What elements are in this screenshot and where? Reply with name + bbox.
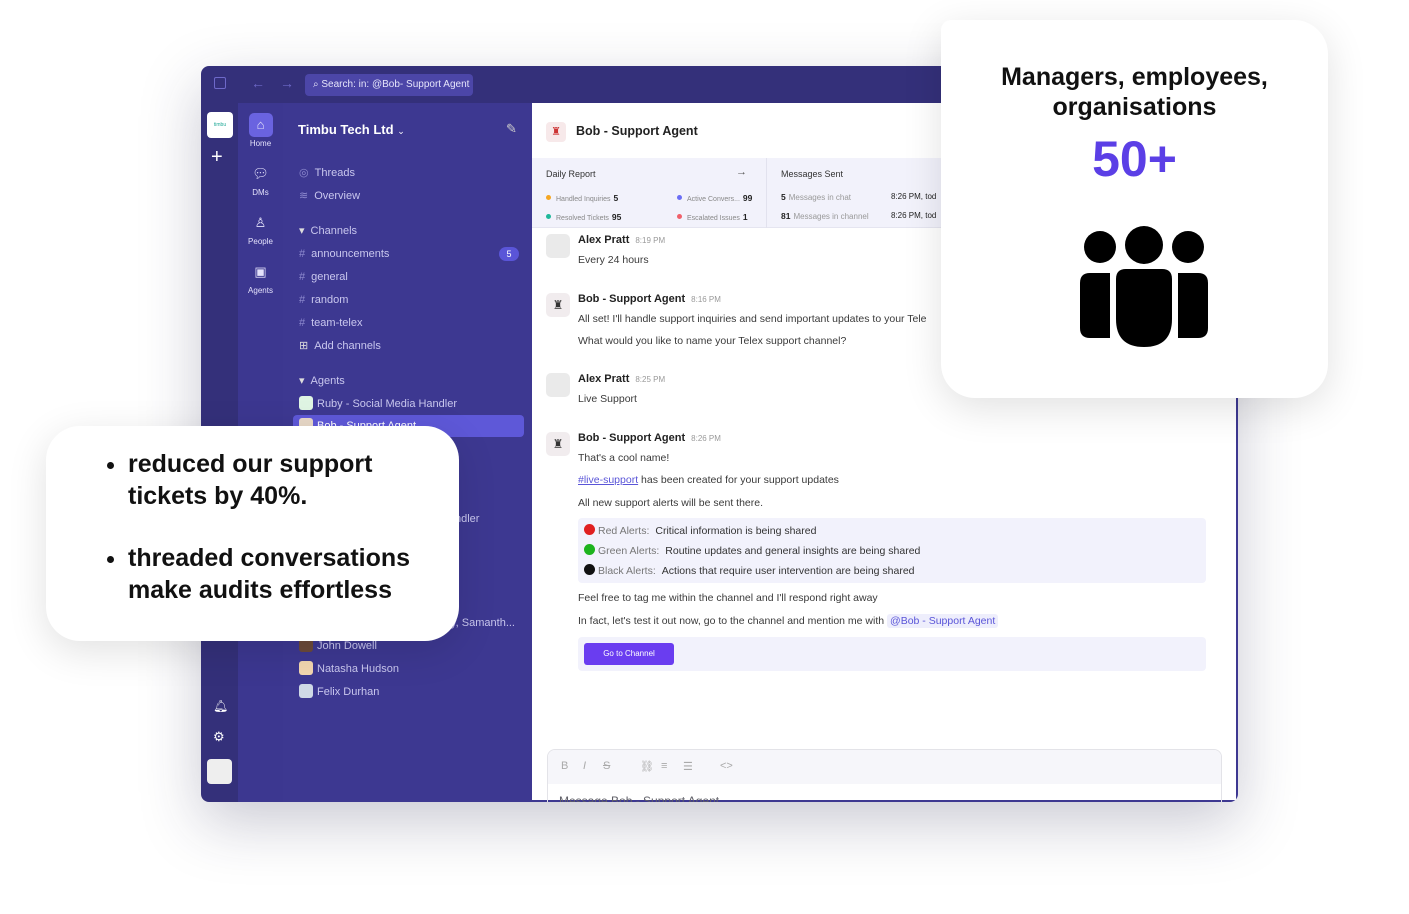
- workspace-logo[interactable]: timbu: [207, 112, 233, 138]
- sidebar-toggle-icon[interactable]: [214, 77, 226, 89]
- messages-sent-row: 81 Messages in channel: [781, 211, 869, 221]
- black-circle-icon: [584, 564, 595, 575]
- bullet-list: reduced our support tickets by 40%. thre…: [128, 448, 438, 606]
- robot-icon: ▣: [254, 264, 267, 279]
- user-avatar[interactable]: [207, 759, 232, 784]
- sidebar-item-overview[interactable]: ≋ Overview: [299, 187, 360, 205]
- red-circle-icon: [584, 524, 595, 535]
- person-icon: ♙: [254, 215, 267, 230]
- ordered-list-icon[interactable]: ≡: [661, 760, 667, 772]
- agent-avatar: [299, 396, 313, 410]
- compose-icon[interactable]: ✎: [506, 121, 517, 137]
- back-arrow-icon[interactable]: ←: [251, 75, 265, 91]
- chat-title: Bob - Support Agent: [576, 124, 698, 138]
- testimonial-card: reduced our support tickets by 40%. thre…: [46, 426, 459, 641]
- go-to-channel-button[interactable]: Go to Channel: [584, 643, 674, 665]
- caret-down-icon: ▾: [299, 225, 305, 237]
- nav-agents[interactable]: ▣ Agents: [238, 260, 283, 295]
- bell-icon[interactable]: 🔔︎: [213, 699, 228, 713]
- bullet-item: threaded conversations make audits effor…: [128, 542, 438, 606]
- search-input[interactable]: ⌕ Search: in: @Bob- Support Agent: [305, 74, 473, 96]
- dm-felix-durhan[interactable]: Felix Durhan: [299, 683, 379, 701]
- bot-avatar: ♜: [546, 293, 570, 317]
- messages-sent-time: 8:26 PM, tod: [891, 192, 937, 201]
- nav-home[interactable]: ⌂ Home: [238, 113, 283, 148]
- message-input[interactable]: Message Bob - Support Agent: [559, 793, 719, 802]
- strikethrough-icon[interactable]: S: [603, 760, 610, 772]
- unread-badge: 5: [499, 247, 519, 261]
- group-people-icon: [1080, 226, 1208, 347]
- divider: [766, 158, 767, 228]
- status-dot: [546, 195, 551, 200]
- gear-icon[interactable]: ⚙: [213, 729, 225, 745]
- user-avatar: [299, 661, 313, 675]
- stat-card-title: Managers, employees, organisations: [1001, 63, 1268, 121]
- dm-natasha-hudson[interactable]: Natasha Hudson: [299, 660, 399, 678]
- status-dot: [546, 214, 551, 219]
- italic-icon[interactable]: I: [583, 760, 586, 772]
- chat-icon: 💬︎: [252, 166, 269, 181]
- composer: B I S ⛓︎ ≡ ☰ <> Message Bob - Support Ag…: [547, 749, 1222, 802]
- nav-people[interactable]: ♙ People: [238, 211, 283, 246]
- channel-announcements[interactable]: # announcements 5: [299, 245, 519, 263]
- messages-sent-time: 8:26 PM, tod: [891, 211, 937, 220]
- stat-value: 50+: [1092, 131, 1177, 187]
- bot-avatar: ♜: [546, 122, 566, 142]
- workspace-name[interactable]: Timbu Tech Ltd ⌄: [298, 122, 405, 137]
- group-dm[interactable]: y, Samanth...: [451, 614, 515, 632]
- daily-report-title: Daily Report: [546, 169, 596, 179]
- channel-general[interactable]: # general: [299, 268, 348, 286]
- layers-icon: ≋: [299, 190, 309, 202]
- hash-icon: #: [299, 248, 306, 260]
- mention-chip[interactable]: @Bob - Support Agent: [887, 614, 999, 628]
- add-workspace-icon[interactable]: +: [211, 146, 223, 169]
- green-circle-icon: [584, 544, 595, 555]
- messages-sent-row: 5 Messages in chat: [781, 192, 851, 202]
- alerts-box: Red Alerts: Critical information is being…: [578, 518, 1206, 583]
- report-item: Escalated Issues 1: [677, 212, 748, 222]
- bot-avatar: ♜: [546, 432, 570, 456]
- user-avatar: [546, 373, 570, 397]
- chevron-down-icon: ⌄: [397, 126, 405, 136]
- sidebar-item-threads[interactable]: ◎ Threads: [299, 164, 355, 182]
- action-box: Go to Channel: [578, 637, 1206, 671]
- bullet-list-icon[interactable]: ☰: [683, 760, 693, 773]
- channel-team-telex[interactable]: # team-telex: [299, 314, 362, 332]
- format-toolbar: B I S ⛓︎ ≡ ☰ <>: [548, 750, 1221, 784]
- code-icon[interactable]: <>: [720, 760, 733, 772]
- caret-down-icon: ▾: [299, 375, 305, 387]
- report-item: Active Convers... 99: [677, 193, 752, 203]
- user-avatar: [299, 684, 313, 698]
- home-icon: ⌂: [248, 113, 273, 137]
- forward-arrow-icon[interactable]: →: [280, 75, 294, 91]
- channels-header[interactable]: ▾ Channels: [299, 222, 357, 240]
- bold-icon[interactable]: B: [561, 760, 568, 772]
- plus-square-icon: ⊞: [299, 340, 309, 352]
- nav-dms[interactable]: 💬︎ DMs: [238, 162, 283, 197]
- channel-random[interactable]: # random: [299, 291, 348, 309]
- agents-header[interactable]: ▾ Agents: [299, 372, 345, 390]
- status-dot: [677, 195, 682, 200]
- agent-ruby[interactable]: Ruby - Social Media Handler: [299, 395, 457, 413]
- add-channels-button[interactable]: ⊞ Add channels: [299, 337, 381, 355]
- user-avatar: [546, 234, 570, 258]
- channel-link[interactable]: #live-support: [578, 474, 638, 486]
- report-item: Resolved Tickets 95: [546, 212, 621, 222]
- status-dot: [677, 214, 682, 219]
- hash-icon: #: [299, 271, 306, 283]
- hash-icon: #: [299, 294, 306, 306]
- report-item: Handled Inquiries 5: [546, 193, 618, 203]
- messages-sent-title: Messages Sent: [781, 169, 844, 179]
- stat-card: Managers, employees, organisations 50+: [941, 20, 1328, 398]
- threads-icon: ◎: [299, 167, 309, 179]
- hash-icon: #: [299, 317, 306, 329]
- link-icon[interactable]: ⛓︎: [640, 760, 654, 773]
- bullet-item: reduced our support tickets by 40%.: [128, 448, 438, 512]
- arrow-right-icon[interactable]: →: [736, 166, 747, 178]
